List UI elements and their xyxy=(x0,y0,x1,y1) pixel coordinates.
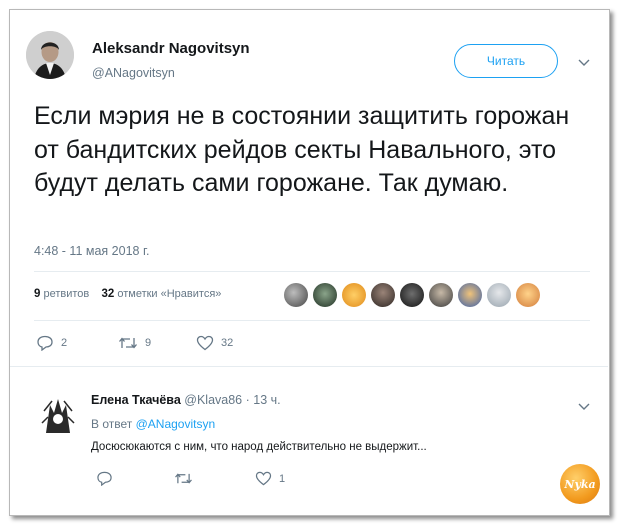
retweet-count: 9 xyxy=(145,337,152,349)
chevron-down-icon[interactable] xyxy=(578,54,590,72)
likers-avatars xyxy=(284,283,545,309)
liker-avatar[interactable] xyxy=(516,283,540,307)
retweet-icon xyxy=(175,473,192,484)
heart-icon xyxy=(255,471,272,486)
reply-header: Елена Ткачёва @Klava86 · 13 ч. xyxy=(91,393,281,407)
liker-avatar[interactable] xyxy=(284,283,308,307)
liker-avatar[interactable] xyxy=(400,283,424,307)
retweets-stat[interactable]: 9 ретвитов xyxy=(34,288,89,300)
tweet-timestamp[interactable]: 4:48 - 11 мая 2018 г. xyxy=(34,244,149,258)
like-count: 32 xyxy=(221,337,234,349)
in-reply-to-handle[interactable]: @ANagovitsyn xyxy=(136,417,216,431)
divider xyxy=(10,366,608,367)
reply-like-button[interactable]: 1 xyxy=(255,471,285,486)
reply-retweet-button[interactable] xyxy=(174,471,200,486)
likes-stat[interactable]: 32 отметки «Нравится» xyxy=(101,288,221,300)
chevron-down-icon[interactable] xyxy=(578,398,590,416)
divider xyxy=(34,271,590,272)
tweet-stats: 9 ретвитов 32 отметки «Нравится» xyxy=(34,288,221,300)
reply-icon xyxy=(37,335,53,351)
liker-avatar[interactable] xyxy=(487,283,511,307)
retweet-button[interactable]: 9 xyxy=(118,335,151,351)
liker-avatar[interactable] xyxy=(313,283,337,307)
watermark-logo: Nyka xyxy=(560,464,600,504)
in-reply-to: В ответ @ANagovitsyn xyxy=(91,417,216,431)
tweet-card xyxy=(9,9,610,516)
reply-author-handle[interactable]: @Klava86 xyxy=(184,393,242,407)
heart-icon xyxy=(196,335,214,351)
author-handle[interactable]: @ANagovitsyn xyxy=(92,66,175,80)
author-avatar[interactable] xyxy=(26,31,74,79)
reply-count: 2 xyxy=(61,337,68,349)
reply-author-name[interactable]: Елена Ткачёва xyxy=(91,393,181,407)
retweet-icon xyxy=(119,337,137,349)
liker-avatar[interactable] xyxy=(429,283,453,307)
divider xyxy=(34,320,590,321)
liker-avatar[interactable] xyxy=(371,283,395,307)
reply-reply-button[interactable] xyxy=(96,471,120,486)
reply-text: Досюсюкаются с ним, что народ действител… xyxy=(91,441,427,453)
liker-avatar[interactable] xyxy=(342,283,366,307)
reply-like-count: 1 xyxy=(279,472,286,485)
reply-author-avatar[interactable] xyxy=(36,393,80,437)
reply-time[interactable]: · 13 ч. xyxy=(246,393,281,407)
reply-icon xyxy=(97,471,112,486)
tweet-text: Если мэрия не в состоянии защитить горож… xyxy=(34,102,570,197)
author-name[interactable]: Aleksandr Nagovitsyn xyxy=(92,40,250,57)
liker-avatar[interactable] xyxy=(458,283,482,307)
reply-button[interactable]: 2 xyxy=(36,335,67,351)
follow-button[interactable]: Читать xyxy=(454,44,558,78)
like-button[interactable]: 32 xyxy=(196,335,233,351)
